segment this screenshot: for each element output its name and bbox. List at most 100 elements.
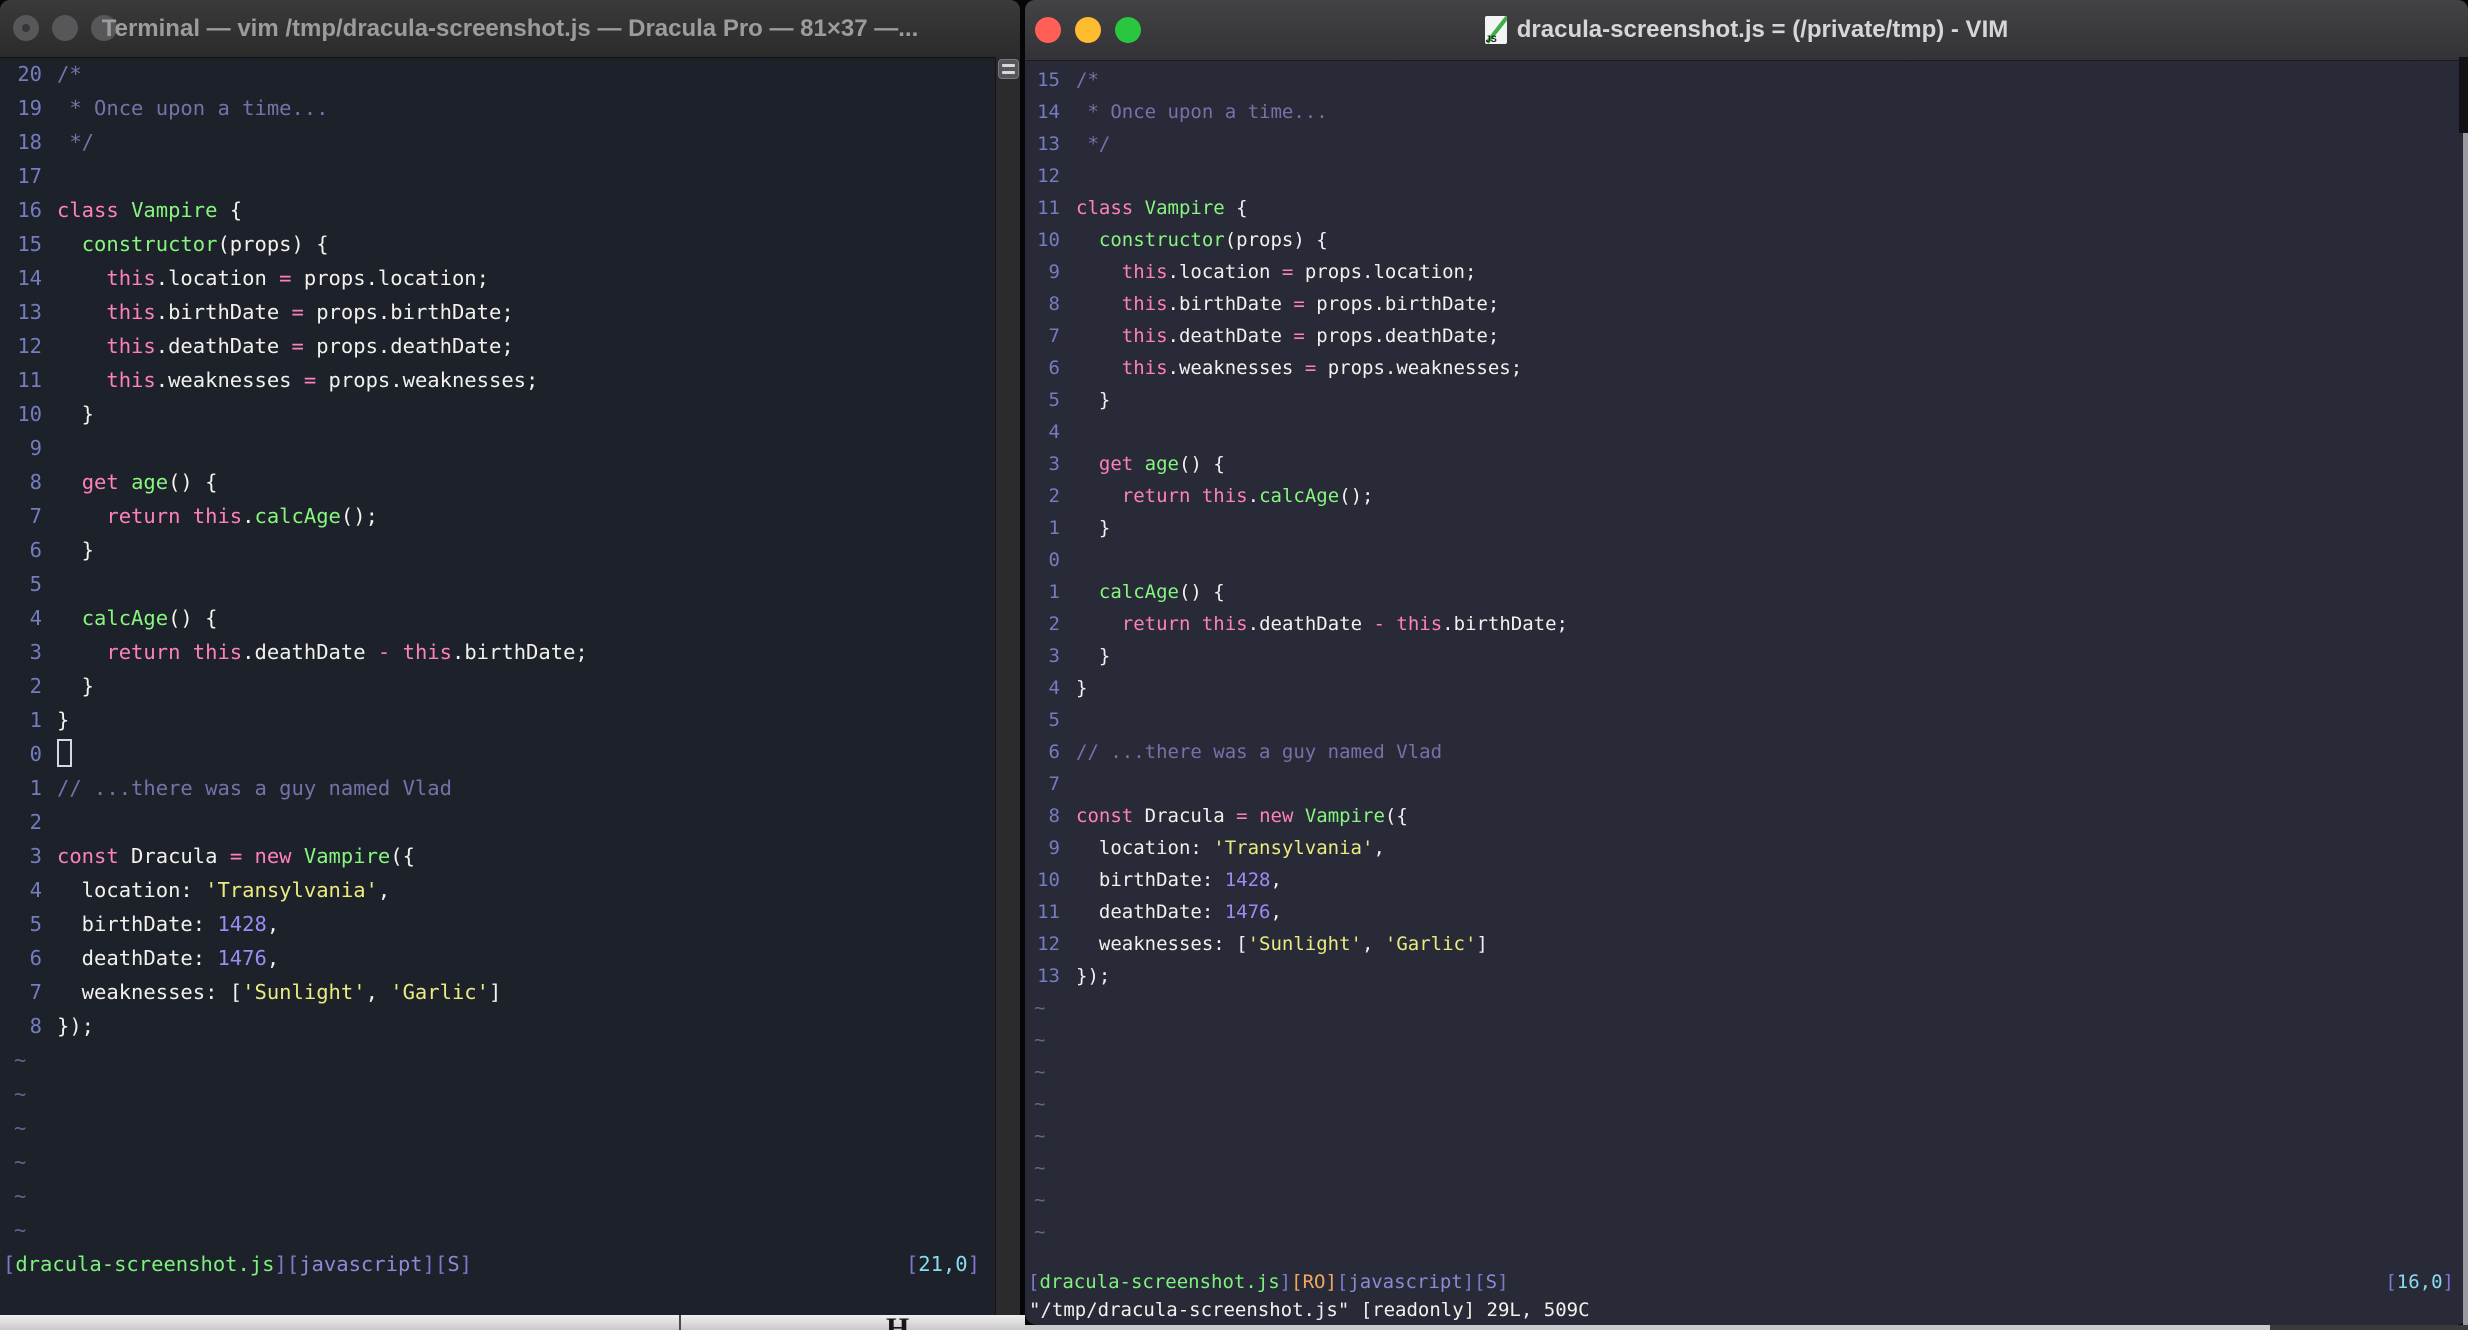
code-token: .weaknesses [155, 368, 304, 392]
line-text: get age() { [57, 465, 218, 499]
empty-buffer-line: ~ [1025, 1216, 2468, 1248]
code-token: new [254, 844, 292, 868]
code-token: (props) { [1224, 229, 1328, 251]
code-line: 2 return this.deathDate - this.birthDate… [1025, 608, 2468, 640]
code-token: 1476 [1224, 901, 1271, 923]
code-area-right[interactable]: 15/* 14 * Once upon a time... 13 */12 11 cla… [1025, 60, 2468, 1248]
code-token: const [57, 844, 119, 868]
code-token: () { [1179, 453, 1225, 475]
code-token: 'Sunlight' [242, 980, 366, 1004]
code-token: [ [2385, 1271, 2397, 1293]
line-number: 15 [1037, 69, 1060, 91]
line-text: /* [57, 57, 82, 91]
code-token: } [1076, 517, 1111, 539]
line-text: birthDate: 1428, [1076, 864, 1282, 896]
line-text: * Once upon a time... [57, 91, 328, 125]
minimize-button[interactable] [1075, 17, 1101, 43]
code-token: props.location; [1293, 261, 1477, 283]
code-line: 4 location: 'Transylvania', [0, 873, 995, 907]
vim-buffer-right[interactable]: 15/* 14 * Once upon a time... 13 */12 11 cla… [1025, 60, 2468, 1325]
code-area-left[interactable]: 20/* 19 * Once upon a time... 18 */17 16 cla… [0, 57, 995, 1247]
js-document-icon[interactable] [1484, 16, 1507, 44]
empty-buffer-line: ~ [1025, 1088, 2468, 1120]
code-token: new [1259, 805, 1294, 827]
code-token: ] [2442, 1271, 2454, 1293]
empty-buffer-line: ~ [0, 1043, 995, 1077]
code-token: this [1201, 485, 1248, 507]
background-window-strip [2270, 1325, 2468, 1330]
line-text: this.location = props.location; [57, 261, 489, 295]
code-line: 1 } [1025, 512, 2468, 544]
background-window-partial-text: H [886, 1314, 909, 1330]
code-token: .deathDate [155, 334, 292, 358]
code-token: dracula-screenshot.js [1039, 1271, 1280, 1293]
line-number: 1 [29, 708, 42, 732]
code-token: , [377, 878, 391, 902]
code-token: javascript [299, 1252, 423, 1276]
code-line: 16 class Vampire { [0, 193, 995, 227]
code-token: get [1098, 453, 1134, 475]
code-line: 12 weaknesses: ['Sunlight', 'Garlic'] [1025, 928, 2468, 960]
line-text: } [57, 533, 94, 567]
line-number: 3 [29, 844, 42, 868]
line-text: } [57, 669, 94, 703]
line-number: 2 [29, 674, 42, 698]
code-token: = [229, 844, 243, 868]
line-number: 6 [29, 946, 42, 970]
terminal-window: Terminal — vim /tmp/dracula-screenshot.j… [0, 0, 1020, 1315]
vim-buffer-left[interactable]: 20/* 19 * Once upon a time... 18 */17 16 cla… [0, 57, 1020, 1315]
terminal-titlebar[interactable]: Terminal — vim /tmp/dracula-screenshot.j… [0, 0, 1020, 58]
line-number: 16 [17, 198, 42, 222]
code-token: location: [1076, 837, 1214, 859]
code-token: - [1373, 613, 1385, 635]
code-token: calcAge [254, 504, 341, 528]
code-line: 5 } [1025, 384, 2468, 416]
code-token: = [303, 368, 317, 392]
code-token: this [402, 640, 452, 664]
code-line: 10 constructor(props) { [1025, 224, 2468, 256]
code-token: constructor [1098, 229, 1225, 251]
code-token: . [1247, 485, 1260, 507]
line-number: 3 [29, 640, 42, 664]
code-token: . [242, 504, 255, 528]
code-line: 6 deathDate: 1476, [0, 941, 995, 975]
code-token: 'Garlic' [390, 980, 489, 1004]
code-token: , [1373, 837, 1385, 859]
line-number: 12 [17, 334, 42, 358]
line-text: * Once upon a time... [1076, 96, 1327, 128]
scrollbar-track[interactable] [995, 57, 1020, 1315]
background-window-edge [2463, 133, 2468, 1325]
code-line: 13 this.birthDate = props.birthDate; [0, 295, 995, 329]
code-line: 11 deathDate: 1476, [1025, 896, 2468, 928]
macvim-window-title: dracula-screenshot.js = (/private/tmp) -… [1516, 16, 2009, 43]
code-token: = [1281, 261, 1294, 283]
line-number: 7 [29, 980, 42, 1004]
tilde-marker: ~ [14, 1048, 27, 1072]
line-text: deathDate: 1476, [1076, 896, 1282, 928]
line-text: } [1076, 384, 1110, 416]
split-pane-icon [1002, 71, 1015, 74]
code-line: 13}); [1025, 960, 2468, 992]
statusline-file-info: [dracula-screenshot.js][RO][javascript][… [1028, 1267, 1509, 1298]
code-token: ][ [422, 1252, 448, 1276]
line-number: 1 [29, 776, 42, 800]
code-token: dracula-screenshot.js [15, 1252, 275, 1276]
code-token: - [377, 640, 391, 664]
close-button[interactable] [1035, 17, 1061, 43]
split-pane-button[interactable] [998, 59, 1019, 79]
code-token: this [1201, 613, 1248, 635]
code-token: .birthDate; [1442, 613, 1568, 635]
code-token: ][ [1462, 1271, 1486, 1293]
line-text: this.deathDate = props.deathDate; [1076, 320, 1500, 352]
line-number: 2 [1048, 613, 1060, 635]
macvim-titlebar[interactable]: dracula-screenshot.js = (/private/tmp) -… [1025, 0, 2468, 61]
vim-cmdline-left [0, 1281, 996, 1315]
zoom-button[interactable] [1115, 17, 1141, 43]
line-number: 0 [1048, 549, 1060, 571]
code-line: 4 [1025, 416, 2468, 448]
